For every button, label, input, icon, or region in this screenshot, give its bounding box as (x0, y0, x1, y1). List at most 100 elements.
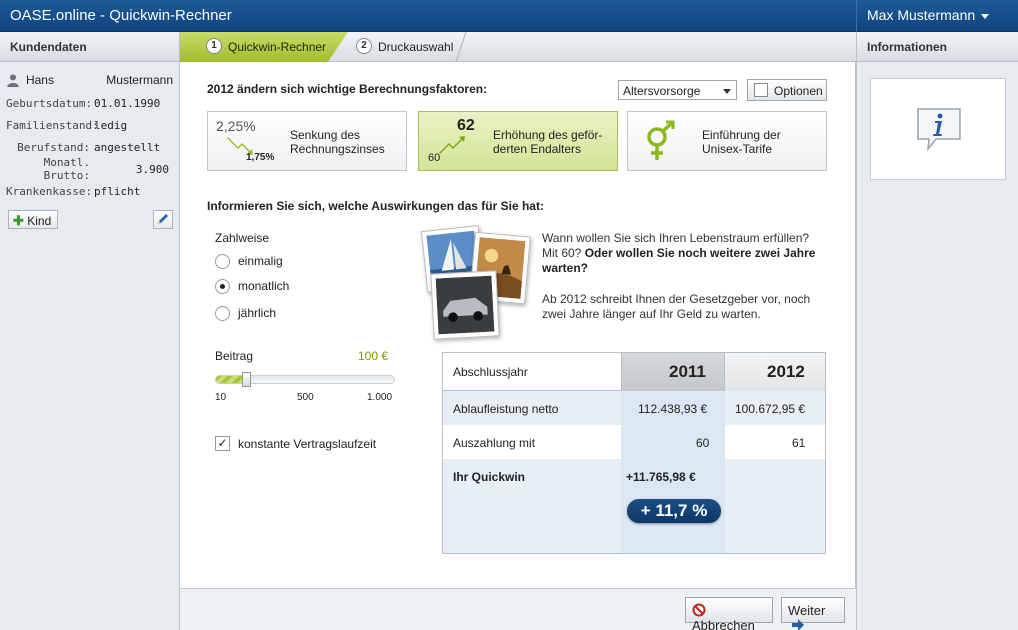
customer-details: Hans Mustermann Geburtsdatum: 01.01.1990… (0, 62, 179, 202)
customer-field: Monatl. Brutto: 3.900 (6, 156, 173, 182)
table-cell-2011 (621, 425, 725, 459)
year-2011: 2011 (669, 362, 706, 381)
window-title: OASE.online - Quickwin-Rechner (10, 7, 232, 24)
life-dream-question: Wann wollen Sie sich Ihren Lebenstraum e… (542, 231, 822, 276)
information-panel: Informationen (856, 32, 1018, 630)
info-speech-bubble-icon (917, 108, 961, 152)
factor-label-line: derten Endalters (493, 142, 582, 156)
impact-heading: Informieren Sie sich, welche Auswirkunge… (207, 199, 544, 213)
info-box (870, 78, 1006, 180)
radio-label: einmalig (238, 254, 283, 268)
radio-label: monatlich (238, 279, 290, 293)
slider-handle[interactable] (242, 372, 251, 387)
comparison-table: Abschlussjahr 2011 2012 Ablaufleistung n… (442, 352, 826, 554)
factor-label: Einführung der Unisex-Tarife (702, 128, 781, 156)
field-label: Berufstand: (17, 140, 90, 154)
row-label: Auszahlung mit (453, 436, 536, 450)
cancel-label: Abbrechen (692, 618, 755, 630)
plus-icon: ✚ (13, 213, 24, 228)
customer-last-name: Mustermann (106, 73, 173, 87)
constant-term-label: konstante Vertragslaufzeit (238, 437, 377, 451)
pencil-icon (158, 214, 168, 224)
main-content: 2012 ändern sich wichtige Berechnungsfak… (180, 62, 856, 588)
table-row: Ablaufleistung netto 112.438,93 € 100.67… (443, 391, 825, 425)
person-icon (7, 74, 19, 87)
step-number: 1 (206, 38, 222, 54)
check-icon[interactable]: ✓ (215, 436, 230, 451)
row-value-2011: 112.438,93 € (638, 402, 708, 416)
customer-panel: Kundendaten Hans Mustermann Geburtsdatum… (0, 32, 180, 630)
row-value-2012: 61 (792, 436, 806, 450)
radio-label: jährlich (238, 306, 277, 320)
cancel-button[interactable]: Abbrechen (685, 597, 773, 630)
field-value: 3.900 (135, 162, 169, 176)
step-label: Druckauswahl (378, 40, 454, 54)
factor-end-age[interactable]: 62 60 Erhöhung des geför- derten Endalte… (418, 111, 618, 171)
next-button[interactable]: Weiter (781, 597, 845, 630)
factor-new-rate: 1,75% (246, 152, 275, 163)
step-number: 2 (356, 38, 372, 54)
customer-field: Berufstand: angestellt (6, 136, 173, 158)
row-value-2012: 100.672,95 € (735, 402, 806, 416)
quickwin-value: +11.765,98 € (626, 470, 696, 484)
product-select[interactable]: Altersvorsorge (618, 80, 737, 100)
factor-unisex[interactable]: Einführung der Unisex-Tarife (627, 111, 827, 171)
payment-option-monatlich[interactable]: monatlich (215, 278, 375, 296)
edit-customer-button[interactable] (153, 210, 173, 229)
factor-label-line: Senkung des (290, 128, 361, 142)
factor-label-line: Rechnungszinses (290, 142, 385, 156)
contribution-label: Beitrag (215, 349, 254, 363)
field-label: Geburtsdatum: (6, 96, 93, 110)
information-panel-heading: Informationen (857, 32, 1018, 62)
contribution-slider[interactable] (215, 372, 395, 387)
payment-option-jaehrlich[interactable]: jährlich (215, 305, 375, 323)
trend-up-icon (439, 136, 465, 154)
table-header-row: Abschlussjahr 2011 2012 (443, 353, 825, 391)
checklist-icon (754, 83, 768, 97)
field-value: angestellt (94, 140, 161, 154)
cancel-icon (692, 603, 706, 617)
field-value: 01.01.1990 (94, 96, 161, 110)
step-label: Quickwin-Rechner (228, 40, 327, 54)
options-button[interactable]: Optionen (747, 79, 827, 101)
constant-term-checkbox[interactable]: ✓ konstante Vertragslaufzeit (215, 435, 415, 453)
wizard-steps: 1 Quickwin-Rechner 2 Druckauswahl (180, 32, 856, 62)
slider-tick: 500 (297, 392, 314, 403)
customer-panel-heading: Kundendaten (0, 32, 179, 62)
factor-label: Erhöhung des geför- derten Endalters (493, 128, 602, 156)
footer-bar: Abbrechen Weiter (180, 588, 856, 630)
title-bar: OASE.online - Quickwin-Rechner Max Muste… (0, 0, 1018, 32)
quickwin-percent-badge: + 11,7 % (627, 499, 721, 523)
customer-field: Geburtsdatum: 01.01.1990 (6, 92, 173, 114)
payment-option-einmalig[interactable]: einmalig (215, 253, 375, 271)
field-value: ledig (94, 118, 128, 132)
step-quickwin-rechner[interactable]: 1 Quickwin-Rechner (180, 32, 348, 62)
step-separator (455, 32, 467, 62)
year-2012: 2012 (767, 362, 805, 381)
next-label: Weiter (788, 603, 826, 618)
customer-field: Familienstand: ledig (6, 114, 173, 136)
factor-old-age: 60 (428, 152, 441, 164)
question-bold: Oder wollen Sie noch weitere zwei Jahre … (542, 246, 816, 275)
factor-old-rate: 2,25% (216, 118, 256, 134)
customer-name-row: Hans Mustermann (6, 68, 173, 92)
radio-button[interactable] (215, 254, 230, 269)
customer-field: Krankenkasse: pflicht (6, 180, 173, 202)
radio-button[interactable] (215, 306, 230, 321)
options-label: Optionen (774, 84, 823, 98)
row-value-2011: 60 (696, 436, 710, 450)
factor-label-line: Erhöhung des geför- (493, 128, 603, 142)
factor-label-line: Einführung der (702, 128, 781, 142)
field-label: Krankenkasse: (6, 184, 93, 198)
add-child-label: Kind (27, 214, 52, 228)
add-child-button[interactable]: ✚ Kind (8, 210, 58, 229)
factor-interest-rate[interactable]: 2,25% 1,75% Senkung des Rechnungszinses (207, 111, 407, 171)
gender-symbol-icon (647, 120, 675, 160)
customer-first-name: Hans (25, 73, 54, 87)
radio-button-selected[interactable] (215, 279, 230, 294)
field-label: Familienstand: (6, 118, 99, 132)
chevron-down-icon (723, 89, 731, 94)
factor-label: Senkung des Rechnungszinses (290, 128, 385, 156)
user-menu[interactable]: Max Mustermann (856, 0, 1018, 32)
car-image (435, 275, 495, 335)
